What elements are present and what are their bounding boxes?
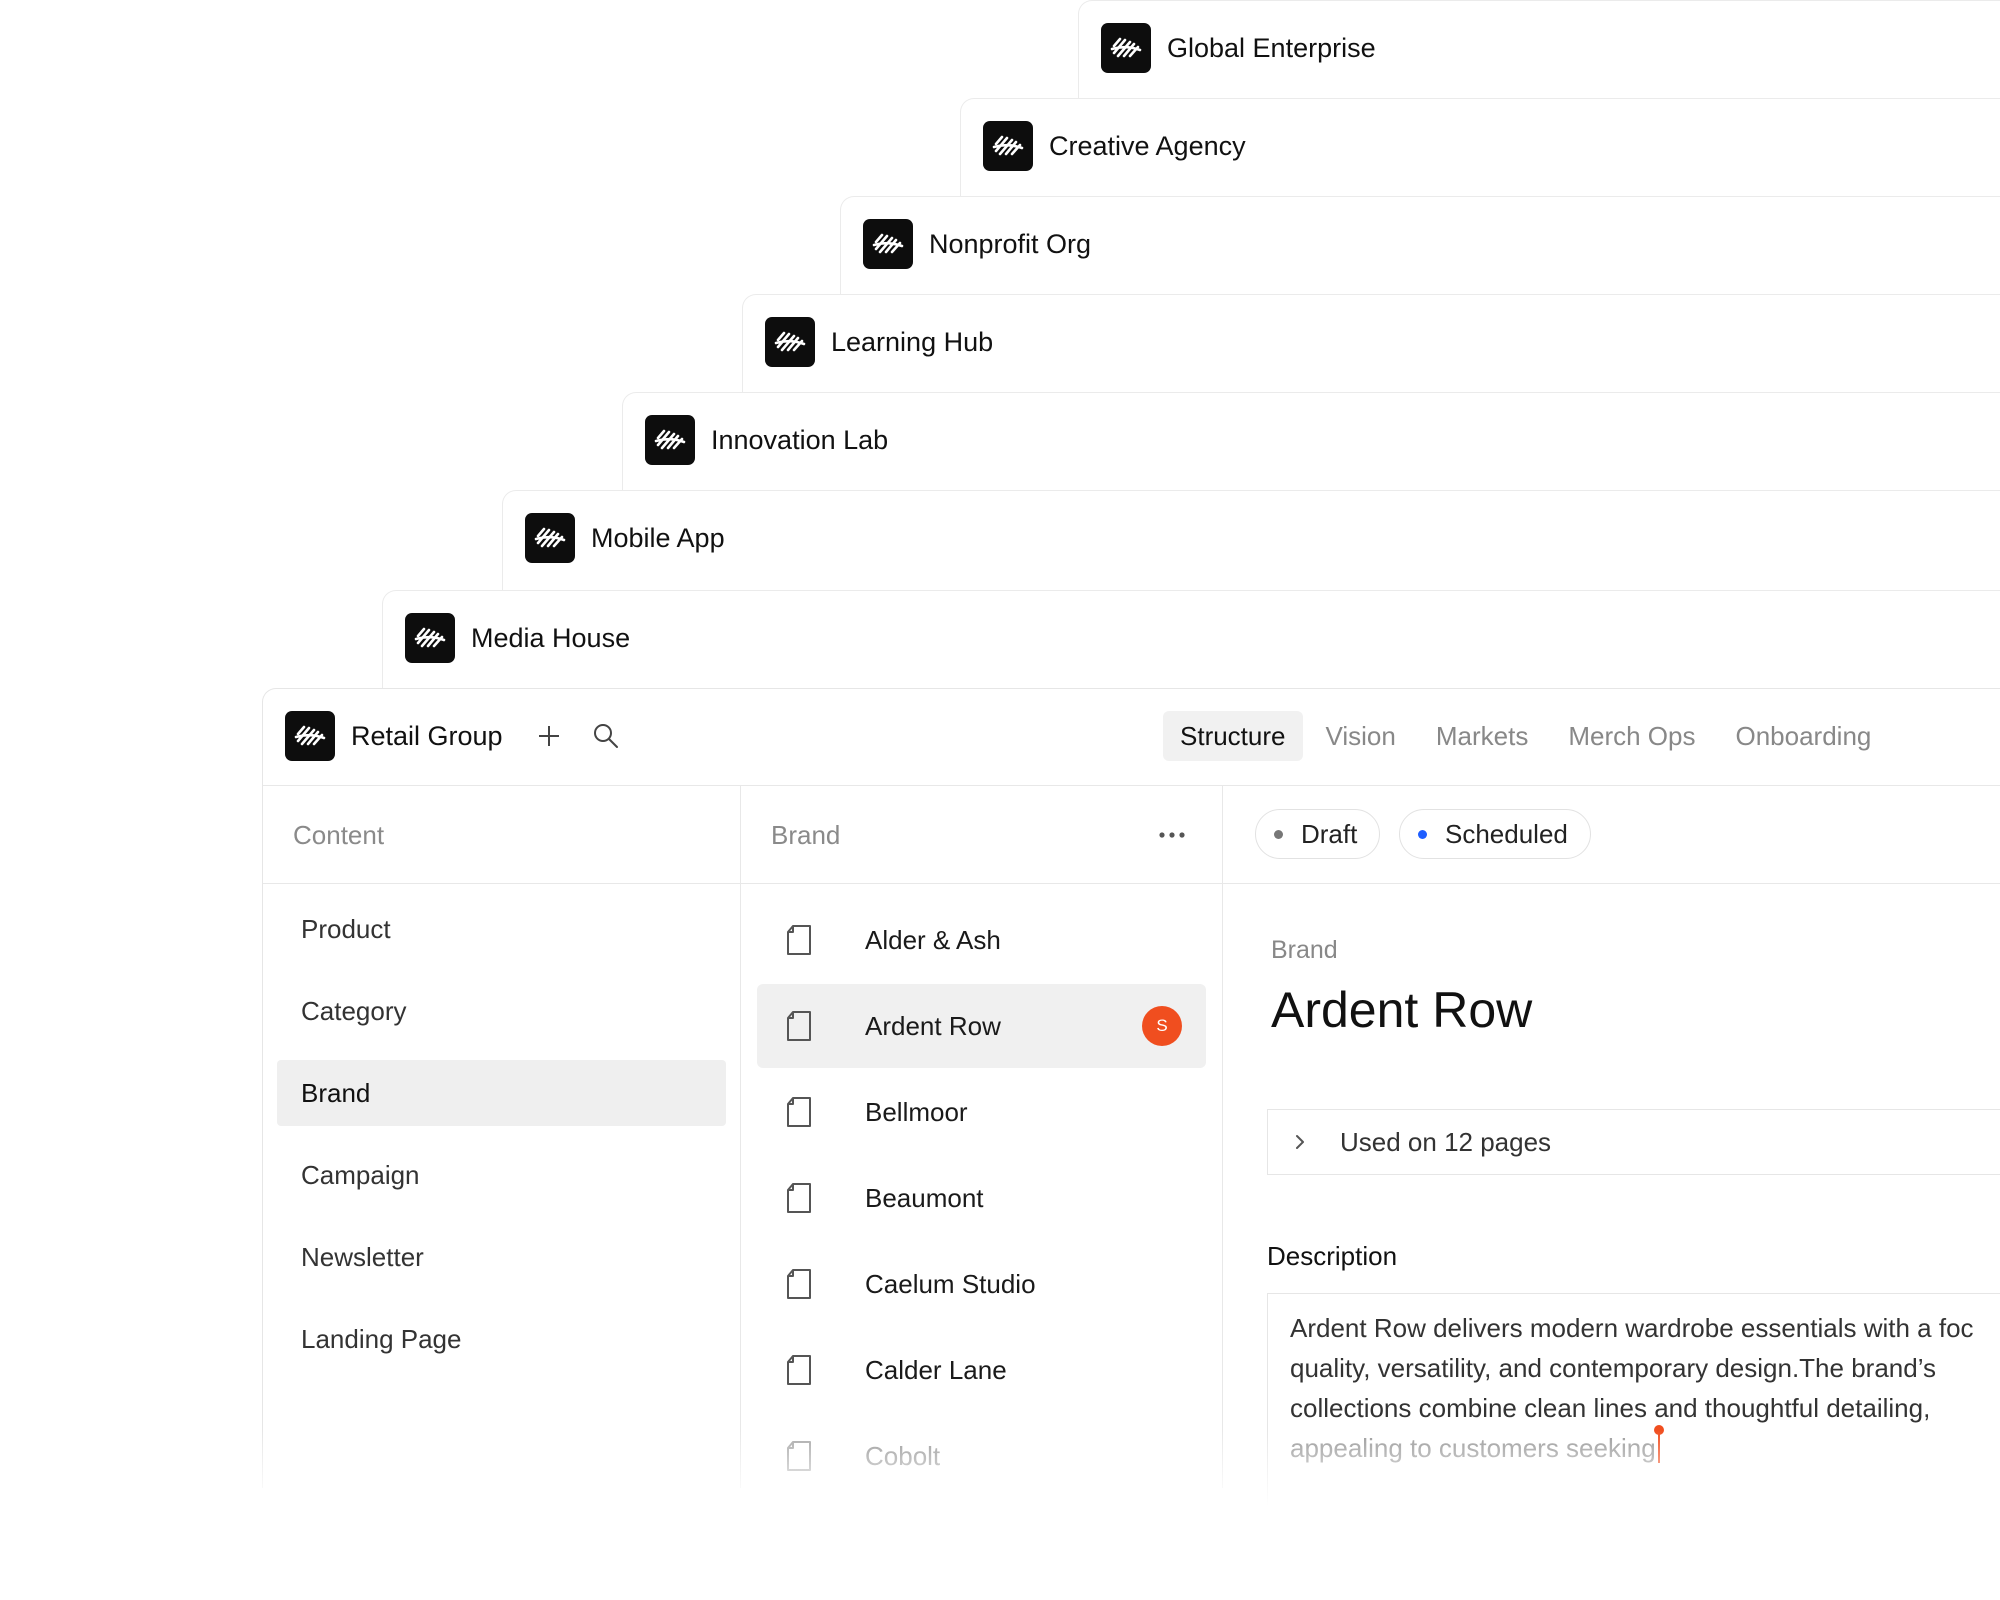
brand-entry-name: Ardent Row xyxy=(865,1010,1001,1041)
description-line: Ardent Row delivers modern wardrobe esse… xyxy=(1290,1313,1974,1343)
tab-markets[interactable]: Markets xyxy=(1419,711,1545,761)
brand-entry-name: Beaumont xyxy=(865,1182,984,1213)
workspace-title: Innovation Lab xyxy=(711,425,889,455)
content-item-category[interactable]: Category xyxy=(277,978,726,1044)
brand-entry[interactable]: Beaumont xyxy=(757,1156,1206,1240)
plus-icon[interactable] xyxy=(531,718,567,754)
tab-onboarding[interactable]: Onboarding xyxy=(1718,711,1888,761)
workspace-title: Nonprofit Org xyxy=(929,229,1092,259)
workspace-logo-icon xyxy=(405,613,455,663)
workspace-title: Global Enterprise xyxy=(1167,33,1376,63)
document-icon xyxy=(787,1355,811,1385)
workspace-logo-icon xyxy=(525,513,575,563)
status-dot xyxy=(1418,829,1427,839)
description-field[interactable]: Ardent Row delivers modern wardrobe esse… xyxy=(1267,1293,2000,1533)
workspace-title: Mobile App xyxy=(591,523,725,553)
content-item-campaign[interactable]: Campaign xyxy=(277,1142,726,1208)
brand-entry-name: Calder Lane xyxy=(865,1354,1007,1385)
content-column-heading: Content xyxy=(263,786,740,884)
workspace-logo-icon xyxy=(1101,23,1151,73)
top-bar: Retail Group Structure Vision Markets Me… xyxy=(263,689,2000,786)
content-item-brand[interactable]: Brand xyxy=(277,1060,726,1126)
content-item-newsletter[interactable]: Newsletter xyxy=(277,1224,726,1290)
document-icon xyxy=(787,1097,811,1127)
content-item-landing-page[interactable]: Landing Page xyxy=(277,1306,726,1372)
search-icon[interactable] xyxy=(588,718,624,754)
detail-panel: Draft Scheduled Brand Ardent Row Used on… xyxy=(1223,786,2000,1533)
workspace-title: Media House xyxy=(471,623,631,653)
brand-entry-selected[interactable]: Ardent Row S xyxy=(757,984,1206,1068)
workspace-card-creative-agency[interactable]: Creative Agency xyxy=(960,98,2000,208)
brand-column-header: Brand xyxy=(741,786,1222,884)
brand-entry[interactable]: Alder & Ash xyxy=(757,898,1206,982)
status-scheduled-label: Scheduled xyxy=(1445,819,1568,849)
description-line: quality, versatility, and contemporary d… xyxy=(1290,1353,1937,1383)
more-horizontal-icon[interactable] xyxy=(1158,786,1186,884)
document-icon xyxy=(787,1269,811,1299)
workspace-logo-icon xyxy=(983,121,1033,171)
brand-entry-name: Caelum Studio xyxy=(865,1268,1036,1299)
brand-entry[interactable]: Caelum Studio xyxy=(757,1242,1206,1326)
brand-entry[interactable]: Bellmoor xyxy=(757,1070,1206,1154)
brand-column: Brand Alder & Ash Ardent Row S Bellmoor … xyxy=(741,786,1223,1488)
workspace-card-global-enterprise[interactable]: Global Enterprise xyxy=(1078,0,2000,110)
content-type-list: Product Category Brand Campaign Newslett… xyxy=(263,884,740,1372)
status-bar: Draft Scheduled xyxy=(1223,786,2000,884)
brand-entry-name: Alder & Ash xyxy=(865,924,1001,955)
description-line-last: appealing to customers seeking xyxy=(1290,1425,2000,1468)
workspace-title: Learning Hub xyxy=(831,327,994,357)
user-avatar-badge: S xyxy=(1142,1006,1182,1046)
entry-type-label: Brand xyxy=(1271,936,1338,964)
description-line: collections combine clean lines and thou… xyxy=(1290,1393,1931,1423)
content-column: Content Product Category Brand Campaign … xyxy=(263,786,741,1488)
status-draft-label: Draft xyxy=(1301,819,1358,849)
text-cursor xyxy=(1653,1425,1664,1463)
brand-entry-name: Bellmoor xyxy=(865,1096,968,1127)
tab-structure[interactable]: Structure xyxy=(1163,711,1303,761)
brand-column-heading: Brand xyxy=(771,820,841,850)
tab-bar: Structure Vision Markets Merch Ops Onboa… xyxy=(1163,711,1888,761)
tab-vision[interactable]: Vision xyxy=(1309,711,1413,761)
used-on-pages-toggle[interactable]: Used on 12 pages xyxy=(1267,1109,2000,1175)
workspace-title: Creative Agency xyxy=(1049,131,1246,161)
status-scheduled-button[interactable]: Scheduled xyxy=(1399,809,1591,859)
brand-entry-list: Alder & Ash Ardent Row S Bellmoor Beaumo… xyxy=(741,884,1222,1498)
document-icon xyxy=(787,925,811,955)
tab-merch-ops[interactable]: Merch Ops xyxy=(1551,711,1712,761)
document-icon xyxy=(787,1441,811,1471)
brand-entry[interactable]: Calder Lane xyxy=(757,1328,1206,1412)
used-on-pages-label: Used on 12 pages xyxy=(1340,1126,1552,1157)
workspace-card-innovation-lab[interactable]: Innovation Lab xyxy=(622,392,2000,502)
description-line-text: appealing to customers seeking xyxy=(1290,1433,1656,1463)
workspace-logo-icon xyxy=(645,415,695,465)
chevron-right-icon xyxy=(1296,1135,1304,1149)
document-icon xyxy=(787,1011,811,1041)
workspace-logo-icon xyxy=(765,317,815,367)
status-draft-button[interactable]: Draft xyxy=(1255,809,1381,859)
entry-title: Ardent Row xyxy=(1271,982,1533,1038)
workspace-card-media-house[interactable]: Media House xyxy=(382,590,2000,700)
workspace-switcher[interactable]: Retail Group xyxy=(351,711,503,761)
status-dot xyxy=(1274,829,1283,839)
document-icon xyxy=(787,1183,811,1213)
workspace-logo-icon xyxy=(863,219,913,269)
content-item-product[interactable]: Product xyxy=(277,896,726,962)
workspace-card-nonprofit-org[interactable]: Nonprofit Org xyxy=(840,196,2000,306)
workspace-card-mobile-app[interactable]: Mobile App xyxy=(502,490,2000,600)
brand-entry[interactable]: Cobolt xyxy=(757,1414,1206,1498)
main-window: Retail Group Structure Vision Markets Me… xyxy=(262,688,2000,1533)
workspace-card-learning-hub[interactable]: Learning Hub xyxy=(742,294,2000,404)
workspace-logo-icon xyxy=(285,711,335,761)
description-label: Description xyxy=(1267,1241,1398,1271)
brand-entry-name: Cobolt xyxy=(865,1440,941,1471)
